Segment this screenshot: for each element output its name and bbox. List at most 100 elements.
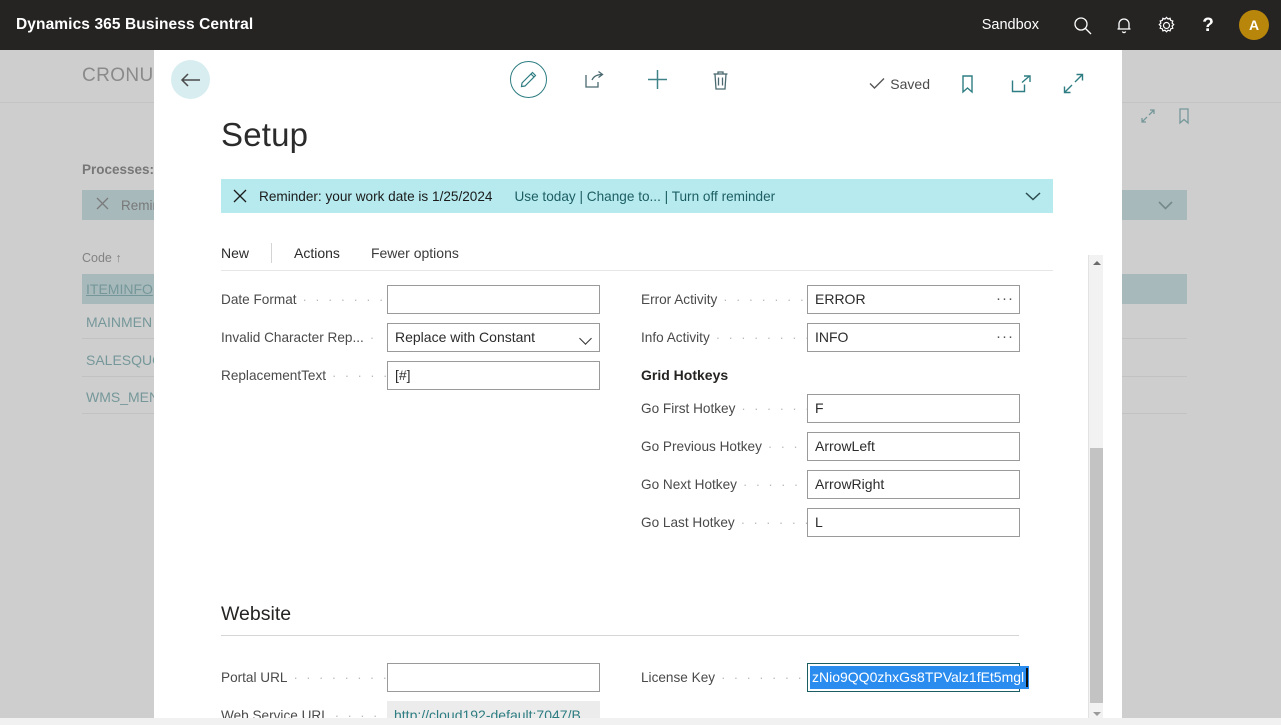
label-text: Go First Hotkey bbox=[641, 400, 736, 416]
replacement-text-input[interactable] bbox=[387, 360, 600, 390]
gear-icon[interactable] bbox=[1145, 3, 1187, 47]
form-right-column: Error Activity · · · · · · · · · · ··· I… bbox=[641, 280, 1021, 541]
expand-icon[interactable] bbox=[1058, 68, 1089, 99]
reminder-links: Use today | Change to... | Turn off remi… bbox=[514, 189, 775, 204]
ribbon-fewer-options[interactable]: Fewer options bbox=[371, 245, 459, 261]
lookup-ellipsis-button[interactable]: ··· bbox=[996, 328, 1014, 346]
saved-label: Saved bbox=[890, 75, 930, 92]
go-first-hotkey-input[interactable] bbox=[807, 393, 1020, 423]
leader-dots: · · · · bbox=[767, 438, 807, 454]
setup-form: Date Format · · · · · · · · · · Invalid … bbox=[221, 270, 1053, 721]
field-date-format: Date Format · · · · · · · · · · bbox=[221, 280, 601, 318]
error-activity-input[interactable] bbox=[807, 284, 1020, 314]
leader-dots: · · · · · · · · · · bbox=[721, 669, 807, 685]
app-header: Dynamics 365 Business Central Sandbox ? … bbox=[0, 0, 1281, 50]
delete-button[interactable] bbox=[705, 64, 736, 95]
website-right-column: License Key · · · · · · · · · · zNio9QQ0… bbox=[641, 658, 1029, 721]
use-today-link[interactable]: Use today bbox=[514, 189, 575, 204]
new-button[interactable] bbox=[642, 64, 673, 95]
go-previous-hotkey-input[interactable] bbox=[807, 431, 1020, 461]
leader-dots: · · · · · · · · · · bbox=[715, 329, 807, 345]
label-text: Go Previous Hotkey bbox=[641, 438, 762, 454]
info-activity-input[interactable] bbox=[807, 322, 1020, 352]
reminder-message: Reminder: your work date is 1/25/2024 bbox=[259, 188, 493, 204]
label-text: Go Last Hotkey bbox=[641, 514, 735, 530]
label-text: Date Format bbox=[221, 291, 297, 307]
label-text: ReplacementText bbox=[221, 367, 327, 383]
field-label: Go First Hotkey · · · · · · · bbox=[641, 401, 807, 416]
leader-dots: · · · · · · · · · · · bbox=[293, 669, 387, 685]
sep: | bbox=[660, 188, 672, 204]
license-key-input[interactable] bbox=[807, 662, 1020, 692]
scroll-up-arrow[interactable] bbox=[1089, 255, 1104, 270]
grid-hotkeys-heading: Grid Hotkeys bbox=[641, 367, 729, 383]
field-info-activity: Info Activity · · · · · · · · · · ··· bbox=[641, 318, 1021, 356]
modal-toolbar-right: Saved bbox=[869, 68, 1089, 99]
change-to-link[interactable]: Change to... bbox=[587, 189, 661, 204]
modal-toolbar-center bbox=[510, 61, 736, 98]
go-last-hotkey-input[interactable] bbox=[807, 507, 1020, 537]
field-label: ReplacementText · · · · · · · bbox=[221, 368, 387, 383]
help-glyph: ? bbox=[1202, 14, 1214, 36]
leader-dots: · · · · · · · bbox=[332, 367, 387, 383]
edit-button[interactable] bbox=[510, 61, 547, 98]
modal-toolbar: Saved bbox=[154, 50, 1122, 112]
field-label: Info Activity · · · · · · · · · · bbox=[641, 330, 807, 345]
label-text: Go Next Hotkey bbox=[641, 476, 737, 492]
field-label: License Key · · · · · · · · · · bbox=[641, 670, 807, 685]
close-icon[interactable] bbox=[233, 189, 247, 203]
field-go-previous-hotkey: Go Previous Hotkey · · · · bbox=[641, 427, 1021, 465]
turn-off-reminder-link[interactable]: Turn off reminder bbox=[672, 189, 776, 204]
lookup-ellipsis-button[interactable]: ··· bbox=[996, 290, 1014, 308]
work-date-reminder-bar: Reminder: your work date is 1/25/2024 Us… bbox=[221, 179, 1053, 213]
open-in-new-window-icon[interactable] bbox=[1005, 68, 1036, 99]
field-label: Go Previous Hotkey · · · · bbox=[641, 439, 807, 454]
label-text: License Key bbox=[641, 669, 716, 685]
field-label: Go Next Hotkey · · · · · · · bbox=[641, 477, 807, 492]
field-license-key: License Key · · · · · · · · · · zNio9QQ0… bbox=[641, 658, 1029, 696]
field-label: Invalid Character Rep... · bbox=[221, 330, 387, 345]
form-vertical-scrollbar[interactable] bbox=[1088, 255, 1103, 721]
field-invalid-character-replacement: Invalid Character Rep... · Replace with … bbox=[221, 318, 601, 356]
help-icon[interactable]: ? bbox=[1187, 3, 1229, 47]
bottom-strip bbox=[0, 718, 1281, 725]
ribbon-actions[interactable]: Actions bbox=[294, 245, 340, 261]
saved-status: Saved bbox=[869, 76, 930, 92]
label-text: Error Activity bbox=[641, 291, 718, 307]
ribbon-divider bbox=[271, 242, 273, 263]
portal-url-input[interactable] bbox=[387, 662, 600, 692]
invalid-character-replacement-select[interactable]: Replace with Constant Remove Keep bbox=[387, 322, 600, 352]
chevron-down-icon[interactable] bbox=[1025, 191, 1041, 201]
ribbon-new[interactable]: New bbox=[221, 245, 249, 261]
search-icon[interactable] bbox=[1061, 3, 1103, 47]
website-section-heading: Website bbox=[221, 603, 1019, 636]
bell-icon[interactable] bbox=[1103, 3, 1145, 47]
form-left-column: Date Format · · · · · · · · · · Invalid … bbox=[221, 280, 601, 541]
avatar[interactable]: A bbox=[1239, 10, 1269, 40]
field-label: Error Activity · · · · · · · · · · bbox=[641, 292, 807, 307]
label-text: Portal URL bbox=[221, 669, 288, 685]
app-title: Dynamics 365 Business Central bbox=[16, 16, 254, 33]
leader-dots: · · · · · · · bbox=[741, 400, 807, 416]
field-go-first-hotkey: Go First Hotkey · · · · · · · bbox=[641, 389, 1021, 427]
leader-dots: · · · · · · · bbox=[740, 514, 807, 530]
back-button[interactable] bbox=[171, 60, 210, 99]
bookmark-icon[interactable] bbox=[952, 68, 983, 99]
leader-dots: · · · · · · · · · · bbox=[302, 291, 387, 307]
field-go-last-hotkey: Go Last Hotkey · · · · · · · bbox=[641, 503, 1021, 541]
field-replacement-text: ReplacementText · · · · · · · bbox=[221, 356, 601, 394]
field-portal-url: Portal URL · · · · · · · · · · · bbox=[221, 658, 601, 696]
leader-dots: · · · · · · · · · · bbox=[723, 291, 807, 307]
go-next-hotkey-input[interactable] bbox=[807, 469, 1020, 499]
leader-dots: · bbox=[369, 329, 377, 345]
scrollbar-thumb[interactable] bbox=[1090, 448, 1103, 703]
share-button[interactable] bbox=[579, 64, 610, 95]
text-caret bbox=[1026, 667, 1028, 687]
date-format-input[interactable] bbox=[387, 284, 600, 314]
field-go-next-hotkey: Go Next Hotkey · · · · · · · bbox=[641, 465, 1021, 503]
app-header-right: Sandbox ? A bbox=[982, 3, 1281, 47]
field-label: Date Format · · · · · · · · · · bbox=[221, 292, 387, 307]
leader-dots: · · · · · · · bbox=[742, 476, 807, 492]
setup-modal: Saved Setup Reminder: your work date is … bbox=[154, 50, 1122, 721]
page-title: Setup bbox=[221, 116, 309, 153]
